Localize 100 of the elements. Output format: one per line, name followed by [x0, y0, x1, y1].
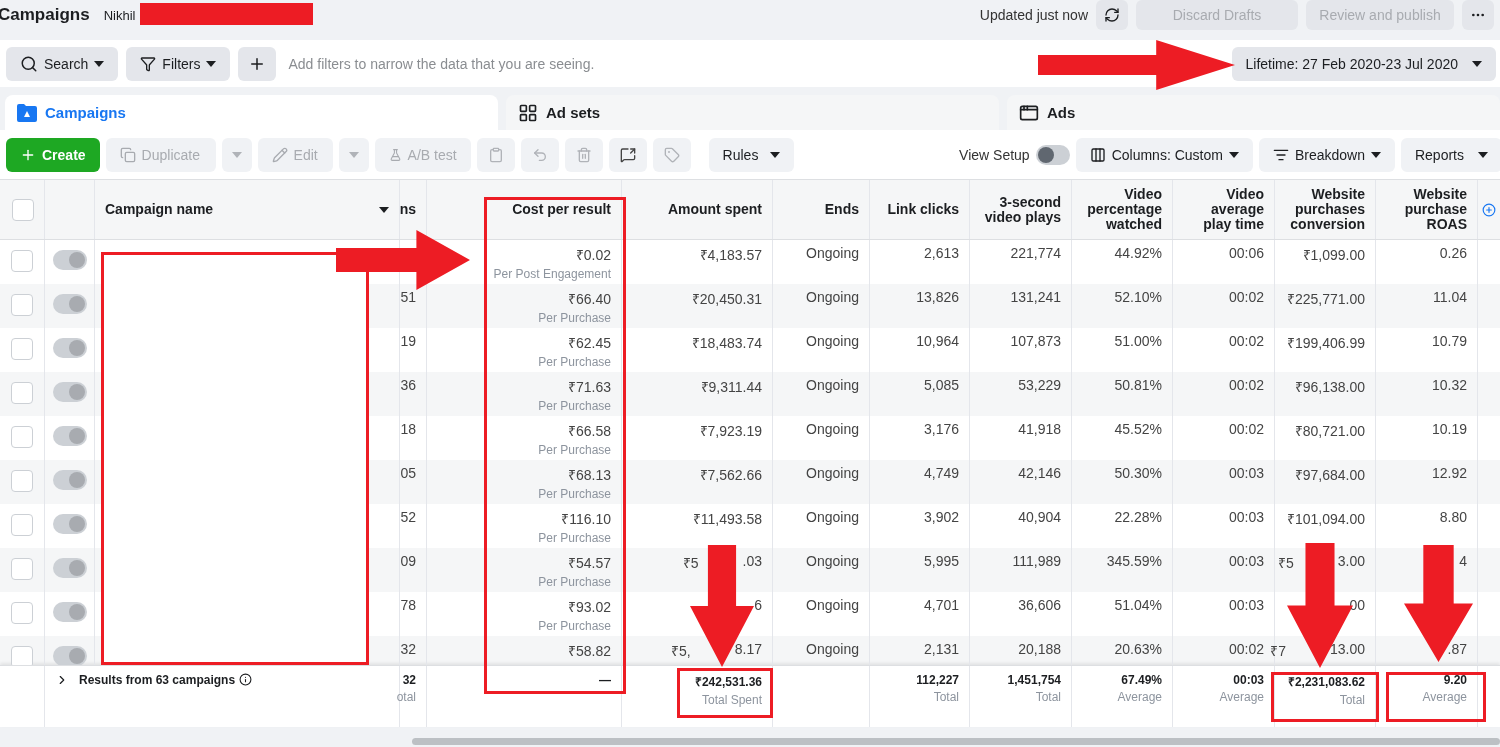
table-cell-text: 107,873	[1010, 333, 1061, 349]
table-cell-text: 09	[400, 553, 416, 569]
table-cell-text: 4,701	[923, 597, 959, 613]
breakdown-button[interactable]: Breakdown	[1258, 137, 1395, 172]
tab[interactable]: Ads	[1007, 95, 1500, 130]
table-cell-text: ₹5	[1277, 554, 1294, 572]
table-cell-text: Ongoing	[806, 377, 859, 393]
campaign-toggle[interactable]	[52, 382, 87, 402]
table-cell-text: ₹7	[1270, 642, 1286, 660]
horizontal-scrollbar[interactable]	[412, 738, 1500, 745]
table-cell-text: 44.92%	[1114, 245, 1162, 261]
table-cell-text: 42,146	[1018, 465, 1061, 481]
table-cell-text: 13,826	[916, 289, 959, 305]
filter-bar[interactable]: Search Filters Add filters to narrow the data that you are seeing. Lifetime: 27 Feb 2020-23 Jul 2020	[0, 40, 1500, 87]
add-filter-button[interactable]	[238, 46, 277, 81]
table-cell-text: 32	[400, 641, 416, 657]
caret-icon	[348, 151, 359, 158]
total-caption: Total	[1035, 690, 1061, 704]
table-cell-text: ₹199,406.99	[1286, 334, 1365, 352]
share-button[interactable]	[608, 137, 647, 172]
campaign-toggle[interactable]	[52, 646, 87, 665]
table-cell-text: ₹97,684.00	[1294, 466, 1365, 484]
table-cell-text: 2,613	[923, 245, 959, 261]
table-cell-text: .03	[742, 553, 762, 571]
pencil-icon	[271, 146, 288, 163]
campaign-toggle[interactable]	[52, 294, 87, 314]
row-checkbox[interactable]	[11, 514, 33, 536]
clipboard-icon	[487, 146, 504, 163]
date-range-button[interactable]: Lifetime: 27 Feb 2020-23 Jul 2020	[1231, 46, 1496, 81]
reports-button[interactable]: Reports	[1400, 137, 1500, 172]
grid-icon	[518, 102, 538, 123]
campaign-toggle[interactable]	[52, 602, 87, 622]
row-checkbox[interactable]	[11, 382, 33, 404]
result-type-label: Per Purchase	[538, 487, 611, 501]
delete-button[interactable]	[564, 137, 603, 172]
row-checkbox[interactable]	[11, 338, 33, 360]
column-header: Campaign name	[105, 202, 214, 217]
columns-button[interactable]: Columns: Custom	[1075, 137, 1253, 172]
row-checkbox[interactable]	[11, 294, 33, 316]
total-caption: Total Spent	[701, 693, 762, 707]
campaign-toggle[interactable]	[52, 558, 87, 578]
result-type-label: Per Purchase	[538, 311, 611, 325]
total-caption: Average	[1219, 690, 1264, 704]
campaign-toggle[interactable]	[52, 426, 87, 446]
campaign-toggle[interactable]	[52, 338, 87, 358]
table-cell-text: 00:03	[1228, 553, 1264, 569]
total-caption: Total	[1339, 693, 1365, 707]
row-checkbox[interactable]	[11, 646, 33, 665]
select-all-checkbox[interactable]	[12, 198, 34, 221]
table-cell-text: 12.92	[1431, 465, 1467, 481]
view-setup-toggle[interactable]	[1035, 144, 1070, 165]
table-cell-text: 52	[400, 509, 416, 525]
table-cell-text: 19	[400, 333, 416, 349]
table-cell-text: 18	[400, 421, 416, 437]
dropdown-button[interactable]	[338, 137, 369, 172]
row-checkbox[interactable]	[11, 250, 33, 272]
table-cell-text: 3.00	[1337, 553, 1365, 571]
total-caption: Average	[1117, 690, 1162, 704]
table-cell-text: ₹68.13	[567, 466, 611, 484]
table-cell-text: 00:02	[1228, 377, 1264, 393]
dropdown-button[interactable]	[221, 137, 252, 172]
table-cell-text: 00:02	[1228, 641, 1264, 657]
table-cell-text: 10.19	[1431, 421, 1467, 437]
table-cell-text: 345.59%	[1106, 553, 1162, 569]
table-cell-text: 52.10%	[1114, 289, 1162, 305]
total-value: 67.49%	[1121, 673, 1162, 687]
more-button[interactable]	[1462, 0, 1494, 30]
tab[interactable]: Ad sets	[506, 95, 999, 130]
row-checkbox[interactable]	[11, 470, 33, 492]
row-checkbox[interactable]	[11, 602, 33, 624]
rules-button[interactable]: Rules	[708, 137, 795, 172]
speech-bubble-icon	[619, 146, 636, 163]
campaign-toggle[interactable]	[52, 250, 87, 270]
table-cell-text: ₹20,450.31	[691, 290, 762, 308]
column-header: Link clicks	[887, 202, 959, 217]
total-value: 9.20	[1443, 673, 1467, 687]
total-value: ₹242,531.36	[694, 674, 762, 690]
result-type-label: Per Purchase	[538, 619, 611, 633]
table-cell-text: 51	[400, 289, 416, 305]
row-checkbox[interactable]	[11, 426, 33, 448]
refresh-button[interactable]	[1096, 0, 1128, 30]
tag-button[interactable]	[652, 137, 691, 172]
campaign-toggle[interactable]	[52, 470, 87, 490]
table-cell-text: 2,131	[923, 641, 959, 657]
account-name: Nikhil	[103, 7, 136, 23]
caret-icon	[206, 60, 217, 67]
campaign-toggle[interactable]	[52, 514, 87, 534]
table-cell-text: .87	[1447, 641, 1467, 657]
table-cell-text: 4	[1459, 553, 1467, 569]
undo-button[interactable]	[520, 137, 559, 172]
table-cell-text: 4,749	[923, 465, 959, 481]
filters-button[interactable]: Filters	[126, 46, 231, 81]
table-cell-text: 36,606	[1018, 597, 1061, 613]
tab[interactable]: Campaigns	[5, 95, 498, 130]
search-button[interactable]: Search	[6, 46, 119, 81]
table-cell-text: 22.28%	[1114, 509, 1162, 525]
clipboard-button[interactable]	[476, 137, 515, 172]
row-checkbox[interactable]	[11, 558, 33, 580]
table-cell-text: Ongoing	[806, 421, 859, 437]
table-cell-text: 00:02	[1228, 289, 1264, 305]
